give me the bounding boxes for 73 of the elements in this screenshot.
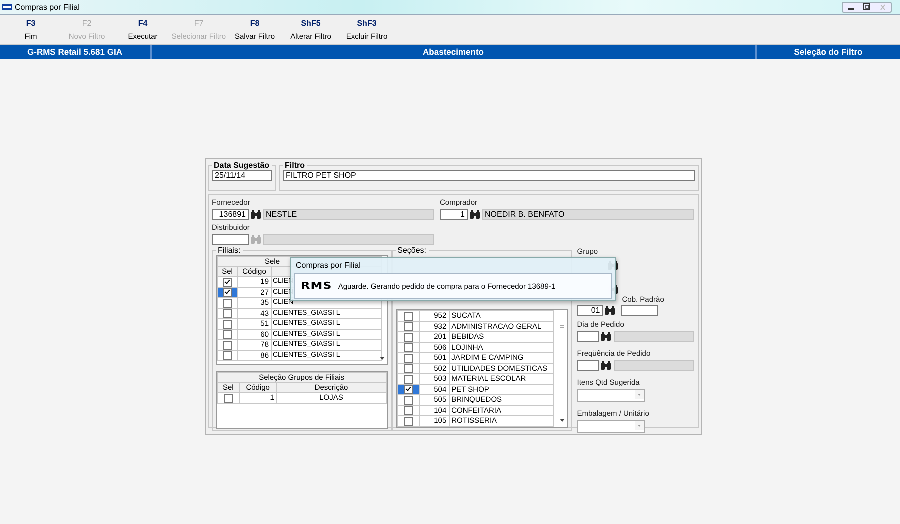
selection-cell[interactable] xyxy=(218,287,238,298)
name-field[interactable]: NESTLE xyxy=(263,209,434,220)
checkbox[interactable] xyxy=(223,309,232,318)
name-field[interactable] xyxy=(263,234,434,245)
scroll-grip-icon[interactable] xyxy=(560,324,566,329)
checkbox[interactable] xyxy=(223,298,232,308)
selection-cell[interactable] xyxy=(218,340,238,350)
app-icon xyxy=(2,4,12,10)
checkbox[interactable] xyxy=(404,385,413,394)
selection-cell[interactable] xyxy=(218,276,238,288)
dropdown[interactable] xyxy=(577,420,646,433)
selection-cell[interactable] xyxy=(218,329,238,340)
date-field[interactable]: 25/11/14 xyxy=(212,170,272,181)
selection-cell[interactable] xyxy=(397,394,420,406)
checkbox[interactable] xyxy=(223,340,232,350)
selection-cell[interactable] xyxy=(218,318,238,330)
checkbox[interactable] xyxy=(404,354,413,362)
checkbox[interactable] xyxy=(223,278,232,286)
binoculars-icon[interactable] xyxy=(604,305,616,316)
group-label: Seções: xyxy=(396,246,428,255)
name-field[interactable]: NOEDIR B. BENFATO xyxy=(482,209,694,220)
checkbox[interactable] xyxy=(404,312,413,320)
binoculars-icon[interactable] xyxy=(250,209,262,220)
scroll-down-icon[interactable] xyxy=(560,418,566,423)
checkbox[interactable] xyxy=(223,351,232,360)
checkbox[interactable] xyxy=(404,396,413,404)
selection-cell[interactable] xyxy=(397,352,420,364)
selection-cell[interactable] xyxy=(397,363,420,374)
cover-field[interactable] xyxy=(621,305,658,316)
module-title: Abastecimento xyxy=(152,45,757,59)
code-field[interactable] xyxy=(577,360,600,371)
name-field[interactable] xyxy=(614,360,694,371)
window-title: Compras por Filial xyxy=(15,2,80,12)
checkbox[interactable] xyxy=(404,364,413,373)
scroll-down-icon[interactable] xyxy=(380,356,385,361)
selection-cell[interactable] xyxy=(218,392,240,404)
selection-cell[interactable] xyxy=(397,416,420,426)
selection-cell[interactable] xyxy=(397,405,420,416)
binoculars-icon[interactable] xyxy=(600,360,612,371)
selection-cell[interactable] xyxy=(397,342,420,353)
selection-cell[interactable] xyxy=(218,308,238,319)
selection-cell[interactable] xyxy=(218,350,238,361)
checkbox[interactable] xyxy=(404,374,413,384)
dropdown[interactable] xyxy=(577,389,646,402)
binoculars-icon[interactable] xyxy=(469,209,481,220)
group-label: Filtro xyxy=(284,161,306,170)
binoculars-icon[interactable] xyxy=(600,331,612,342)
checkbox[interactable] xyxy=(224,394,233,402)
selection-cell[interactable] xyxy=(218,298,238,308)
checkbox[interactable] xyxy=(223,330,232,339)
checkbox[interactable] xyxy=(223,288,232,297)
code-field[interactable] xyxy=(577,331,600,342)
checkbox[interactable] xyxy=(404,343,413,352)
code-field[interactable]: 1 xyxy=(440,209,468,220)
checkbox[interactable] xyxy=(404,406,413,415)
selection-cell[interactable] xyxy=(397,374,420,384)
code-field[interactable]: 01 xyxy=(577,305,604,316)
code-field[interactable] xyxy=(212,234,249,245)
checkbox[interactable] xyxy=(223,320,232,328)
selection-cell[interactable] xyxy=(397,384,420,395)
group-label: Data Sugestão xyxy=(213,161,271,170)
code-field[interactable]: 136891 xyxy=(212,209,249,220)
app-version: G-RMS Retail 5.681 GIA xyxy=(0,45,152,59)
selection-cell[interactable] xyxy=(397,332,420,342)
screen-title: Seleção do Filtro xyxy=(793,46,864,59)
name-field[interactable] xyxy=(614,331,694,342)
checkbox[interactable] xyxy=(404,416,413,426)
checkbox[interactable] xyxy=(404,322,413,331)
filter-field[interactable]: FILTRO PET SHOP xyxy=(283,170,695,181)
group-label: Filiais: xyxy=(217,246,242,255)
selection-cell[interactable] xyxy=(397,310,420,322)
checkbox[interactable] xyxy=(404,332,413,342)
selection-cell[interactable] xyxy=(397,321,420,332)
